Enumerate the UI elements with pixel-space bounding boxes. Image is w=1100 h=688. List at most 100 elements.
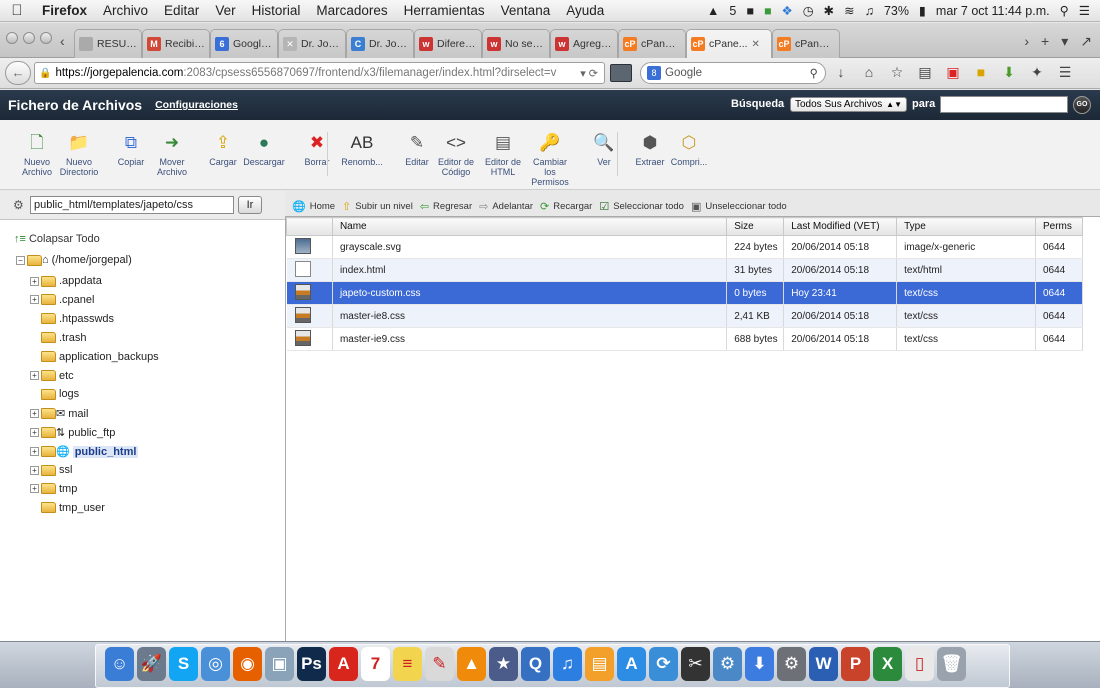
trash-icon[interactable]: 🗑 [937,647,966,681]
file-size[interactable]: 688 bytes [726,327,785,351]
evernote-icon[interactable]: ■ [764,4,772,18]
edit-button[interactable]: ✎ Editar [396,132,438,167]
menu-historial[interactable]: Historial [244,3,309,18]
path-input[interactable]: public_html/templates/japeto/css [30,196,234,214]
browser-tab-7[interactable]: w Agregar ... [550,29,618,58]
screen-capture-icon[interactable] [610,64,632,82]
expand-icon[interactable]: + [30,465,39,475]
file-modified[interactable]: 20/06/2014 05:18 [783,304,898,328]
skype-icon[interactable]: S [169,647,198,681]
file-name[interactable]: master-ie9.css [332,327,728,351]
collapse-all-link[interactable]: ↑≡ Colapsar Todo [14,233,100,245]
file-name[interactable]: grayscale.svg [332,235,728,259]
code-editor-button[interactable]: <> Editor de Código [435,132,477,177]
file-perms[interactable]: 0644 [1035,281,1084,305]
tab-scroll-right-icon[interactable]: › [1024,33,1029,50]
bookmark-star-icon[interactable]: ☆ [888,64,906,81]
file-type[interactable]: text/css [896,304,1036,328]
tree-item[interactable]: logs [41,388,79,400]
spotlight-icon[interactable]: ⚲ [1060,3,1069,18]
addon-yellow-icon[interactable]: ■ [972,64,990,81]
table-row[interactable]: index.html 31 bytes 20/06/2014 05:18 text/h… [286,258,1084,282]
file-name[interactable]: japeto-custom.css [332,281,728,305]
tree-item[interactable]: .trash [41,332,87,344]
addon-red-icon[interactable]: ▣ [944,64,962,81]
battery-icon[interactable]: ▮ [919,3,926,18]
reload-action[interactable]: ⟳ Recargar [540,200,592,213]
lock-icon[interactable]: 🔒 [39,68,51,79]
textedit-icon[interactable]: ✎ [425,647,454,681]
tree-item[interactable]: + ssl [30,464,72,476]
copy-button[interactable]: ⧉ Copiar [110,132,152,167]
apple-icon[interactable]:  [0,2,34,19]
tree-item[interactable]: + .cpanel [30,294,94,306]
file-modified[interactable]: 20/06/2014 05:18 [783,258,898,282]
tab-list-icon[interactable]: ▾ [1061,33,1068,50]
menu-ventana[interactable]: Ventana [493,3,559,18]
file-search-input[interactable] [940,96,1068,113]
col-modified[interactable]: Last Modified (VET) [783,217,898,236]
file-type[interactable]: image/x-generic [896,235,1036,259]
search-engine-box[interactable]: 8 Google ⚲ [640,62,826,84]
fullscreen-icon[interactable]: ↗ [1080,33,1092,50]
browser-tab-6[interactable]: w No se ve... [482,29,550,58]
document-icon[interactable]: ▯ [905,647,934,681]
launchpad-icon[interactable]: 🚀 [137,647,166,681]
file-modified[interactable]: Hoy 23:41 [783,281,898,305]
file-size[interactable]: 31 bytes [726,258,785,282]
dropbox-icon[interactable]: ❖ [782,3,793,18]
file-perms[interactable]: 0644 [1035,304,1084,328]
file-modified[interactable]: 20/06/2014 05:18 [783,327,898,351]
view-button[interactable]: 🔍 Ver [583,132,625,167]
badge-count[interactable]: 5 [729,4,736,18]
permissions-button[interactable]: 🔑 Cambiar los Permisos [528,132,572,187]
browser-tab-0[interactable]: RESUPU... [74,29,142,58]
settings-link[interactable]: Configuraciones [155,99,238,111]
notes-icon[interactable]: ≡ [393,647,422,681]
url-reload-icon[interactable]: ▾ ⟳ [580,67,604,80]
url-bar[interactable]: 🔒 https://jorgepalencia.com:2083/cpsess6… [34,62,605,84]
unchecked-action[interactable]: ▣ Unseleccionar todo [691,200,787,213]
itunes-icon[interactable]: ♫ [553,647,582,681]
file-perms[interactable]: 0644 [1035,235,1084,259]
acrobat-icon[interactable]: A [329,647,358,681]
vlc-icon[interactable]: ▲ [457,647,486,681]
status-app-icon[interactable]: ■ [746,4,754,18]
expand-icon[interactable]: + [30,276,39,286]
word-icon[interactable]: W [809,647,838,681]
system-prefs-icon[interactable]: ⚙ [777,647,806,681]
browser-tab-9[interactable]: cP cPane... ✕ [686,29,772,58]
up-level-action[interactable]: ⇧ Subir un nivel [342,200,413,213]
firefox-icon[interactable]: ◉ [233,647,262,681]
tree-item[interactable]: + ✉ mail [30,407,88,420]
table-row[interactable]: grayscale.svg 224 bytes 20/06/2014 05:18 im… [286,235,1084,259]
photoshop-icon[interactable]: Ps [297,647,326,681]
expand-icon[interactable]: + [30,371,39,380]
new-file-button[interactable]: 🗋 Nuevo Archivo [16,132,58,177]
google-icon[interactable]: 8 [647,66,661,80]
rename-button[interactable]: AB Renomb... [341,132,383,167]
downloads-icon[interactable]: ↓ [832,64,850,81]
reading-list-icon[interactable]: ▤ [916,64,934,81]
menu-app-name[interactable]: Firefox [34,3,95,18]
expand-icon[interactable]: + [30,428,39,438]
compress-button[interactable]: ⬡ Compri... [668,132,710,167]
file-type[interactable]: text/css [896,327,1036,351]
download-button[interactable]: ● Descargar [243,132,285,167]
expand-icon[interactable]: + [30,409,39,419]
search-icon[interactable]: ⚲ [810,66,818,80]
zoom-window-icon[interactable] [40,32,52,44]
new-folder-button[interactable]: 📁 Nuevo Directorio [58,132,100,177]
adobe-icon[interactable]: ▲ [707,4,719,18]
quicktime-icon[interactable]: Q [521,647,550,681]
close-window-icon[interactable] [6,32,18,44]
file-perms[interactable]: 0644 [1035,327,1084,351]
col-size[interactable]: Size [726,217,785,236]
appstore-icon[interactable]: A [617,647,646,681]
file-perms[interactable]: 0644 [1035,258,1084,282]
back-arrow-action[interactable]: ⇦ Regresar [420,200,472,213]
col-type[interactable]: Type [896,217,1036,236]
table-row[interactable]: master-ie9.css 688 bytes 20/06/2014 05:18 t… [286,327,1084,351]
file-type[interactable]: text/css [896,281,1036,305]
fcp-icon[interactable]: ✂ [681,647,710,681]
